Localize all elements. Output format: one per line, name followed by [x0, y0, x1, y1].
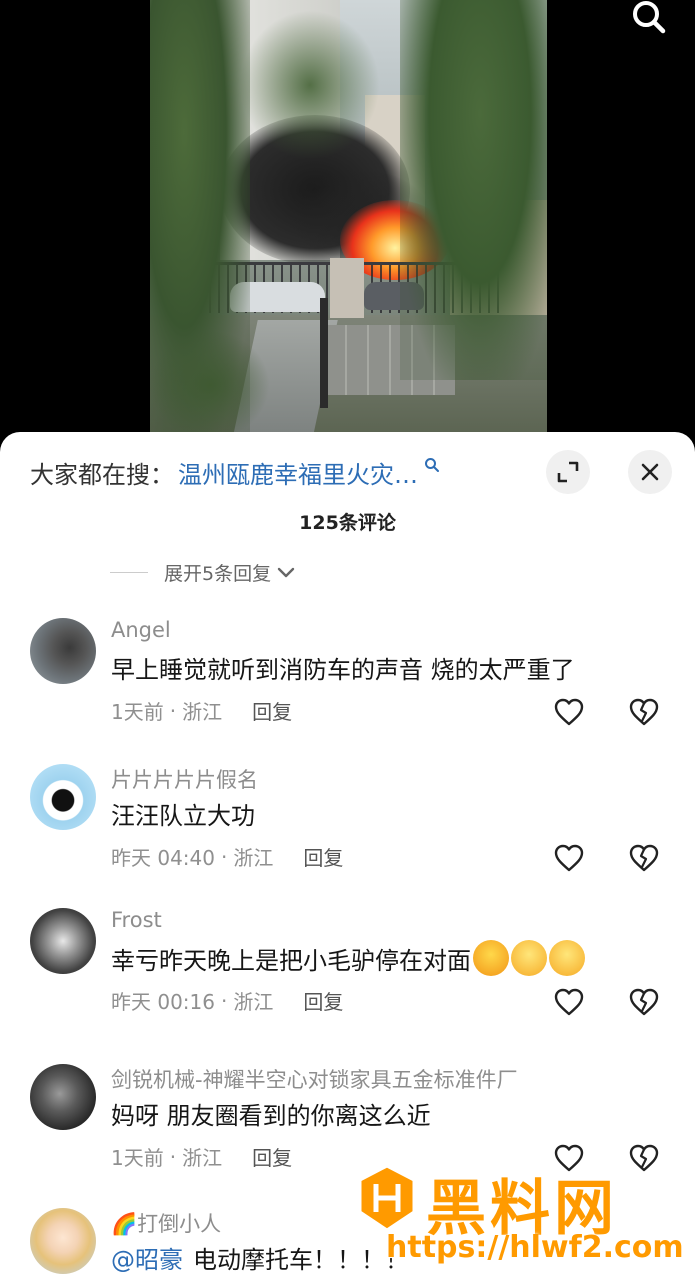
dislike-button[interactable]	[627, 1142, 661, 1174]
expand-icon	[557, 461, 579, 483]
avatar[interactable]	[30, 764, 96, 830]
comment-meta: 1天前 · 浙江 回复	[111, 696, 292, 725]
trending-query-link[interactable]: 温州瓯鹿幸福里火灾…	[178, 455, 418, 490]
smug-emoji-icon	[511, 940, 547, 976]
avatar[interactable]	[30, 1208, 96, 1274]
like-button[interactable]	[552, 986, 586, 1018]
comment-location: 浙江	[233, 990, 274, 1014]
smug-emoji-icon	[549, 940, 585, 976]
sheet-header: 大家都在搜： 温州瓯鹿幸福里火灾…	[0, 432, 695, 512]
reply-button[interactable]: 回复	[303, 842, 343, 871]
comment-text: 幸亏昨天晚上是把小毛驴停在对面	[111, 946, 471, 975]
dislike-button[interactable]	[627, 842, 661, 874]
chevron-down-icon	[277, 567, 295, 578]
broken-heart-icon	[629, 1144, 659, 1172]
search-icon	[633, 1, 666, 34]
comment-location: 浙江	[233, 846, 274, 870]
meta-separator: ·	[169, 698, 177, 723]
comment-time: 昨天 00:16	[111, 990, 215, 1014]
broken-heart-icon	[629, 698, 659, 726]
reply-button[interactable]: 回复	[252, 1142, 292, 1171]
meta-separator: ·	[221, 844, 228, 869]
expand-replies-label: 展开5条回复	[164, 562, 272, 585]
close-icon	[641, 463, 659, 481]
comment-location: 浙江	[182, 700, 223, 724]
video-pillar	[330, 258, 364, 318]
comment-author[interactable]: Angel	[111, 618, 171, 642]
comment-text: 妈呀 朋友圈看到的你离这么近	[111, 1102, 431, 1130]
dislike-button[interactable]	[627, 696, 661, 728]
video-tree	[240, 10, 380, 160]
divider	[110, 571, 148, 573]
comment-time: 昨天 04:40	[111, 846, 215, 870]
comment-time: 1天前	[111, 1146, 164, 1170]
fullscreen-button[interactable]	[546, 450, 590, 494]
heart-icon	[554, 1144, 584, 1172]
comment-author[interactable]: 剑锐机械-神耀半空心对锁家具五金标准件厂	[111, 1064, 518, 1094]
heart-icon	[554, 698, 584, 726]
trending-prefix: 大家都在搜：	[30, 460, 174, 489]
mention-link[interactable]: @昭豪	[111, 1240, 183, 1275]
like-button[interactable]	[552, 1142, 586, 1174]
comment-text-row: @昭豪 电动摩托车！！！！	[111, 1240, 409, 1275]
like-button[interactable]	[552, 696, 586, 728]
trending-search[interactable]: 大家都在搜： 温州瓯鹿幸福里火灾…	[30, 454, 440, 490]
comment-text: 汪汪队立大功	[111, 802, 255, 830]
comment-meta: 昨天 00:16 · 浙江 回复	[111, 986, 343, 1015]
like-button[interactable]	[552, 842, 586, 874]
broken-heart-icon	[629, 988, 659, 1016]
avatar[interactable]	[30, 1064, 96, 1130]
search-icon	[424, 457, 440, 487]
video-tree	[400, 0, 547, 380]
angry-emoji-icon	[473, 940, 509, 976]
comment-author[interactable]: 🌈打倒小人	[111, 1208, 221, 1238]
comment-count: 125条评论	[299, 512, 396, 534]
video-pole	[320, 298, 328, 408]
meta-separator: ·	[221, 988, 228, 1013]
comment-meta: 昨天 04:40 · 浙江 回复	[111, 842, 343, 871]
comment-time: 1天前	[111, 700, 164, 724]
broken-heart-icon	[629, 844, 659, 872]
close-button[interactable]	[628, 450, 672, 494]
comment-text: 早上睡觉就听到消防车的声音 烧的太严重了	[111, 656, 575, 684]
comment-location: 浙江	[182, 1146, 223, 1170]
expand-replies-button[interactable]: 展开5条回复	[110, 558, 297, 586]
reply-button[interactable]: 回复	[252, 696, 292, 725]
comment-text: 电动摩托车！！！！	[193, 1246, 409, 1274]
meta-separator: ·	[169, 1144, 177, 1169]
heart-icon	[554, 844, 584, 872]
comment-sheet: 大家都在搜： 温州瓯鹿幸福里火灾… 125条评论 展开5条回复 Angel 早上…	[0, 432, 695, 1280]
dislike-button[interactable]	[627, 986, 661, 1018]
search-button[interactable]	[626, 0, 672, 36]
heart-icon	[554, 988, 584, 1016]
comment-author[interactable]: Frost	[111, 908, 162, 932]
video-bush	[150, 330, 270, 440]
comment-author[interactable]: 片片片片片假名	[111, 764, 258, 794]
video-frame[interactable]	[150, 0, 547, 440]
video-player[interactable]	[0, 0, 695, 450]
avatar[interactable]	[30, 618, 96, 684]
avatar[interactable]	[30, 908, 96, 974]
comment-meta: 1天前 · 浙江 回复	[111, 1142, 292, 1171]
reply-button[interactable]: 回复	[303, 986, 343, 1015]
comment-text-row: 幸亏昨天晚上是把小毛驴停在对面	[111, 940, 585, 976]
